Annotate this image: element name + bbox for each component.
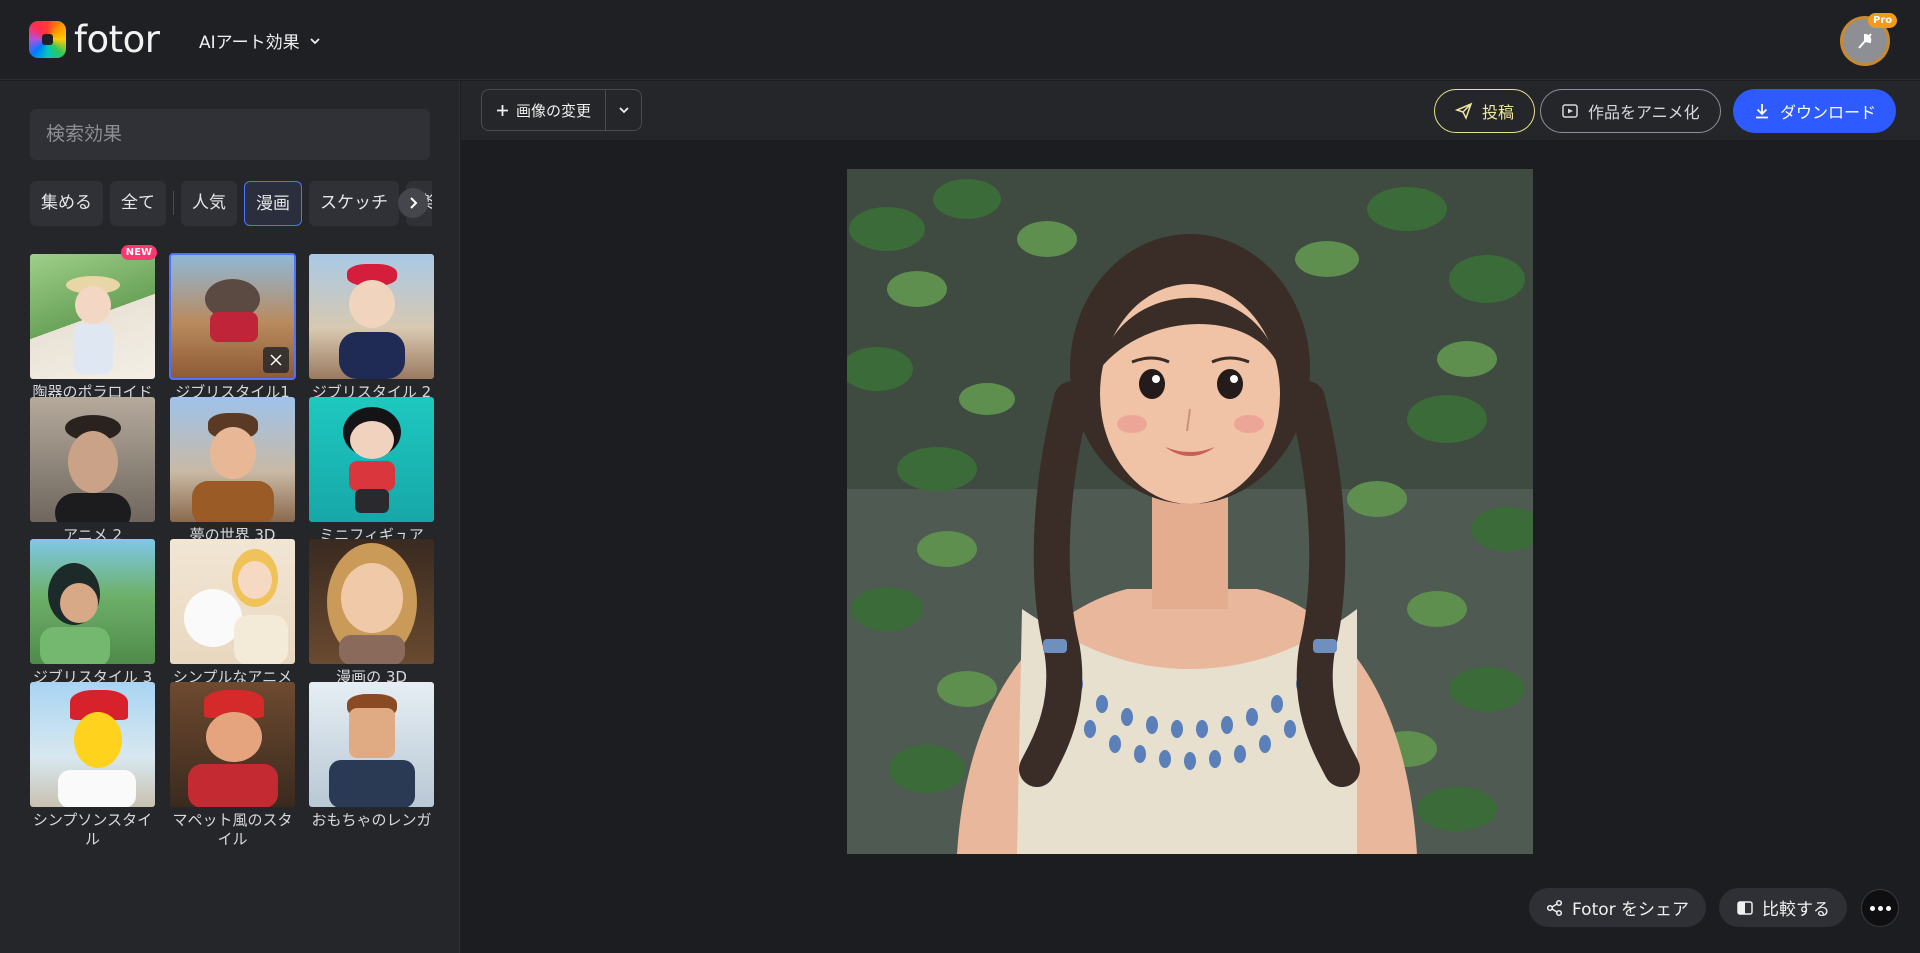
send-icon (1455, 102, 1473, 120)
effect-thumbnail (170, 539, 295, 664)
chip-collect[interactable]: 集める (30, 180, 103, 226)
editor-toolbar: 画像の変更 投稿 作品をアニメ化 ダウンロード (461, 81, 1920, 140)
compare-button[interactable]: 比較する (1719, 888, 1847, 927)
share-label: Fotor をシェア (1572, 900, 1690, 920)
effects-sidebar: 検索効果 集める 全て 人気 漫画 スケッチ 楽 NEW 陶器のポラロイド (0, 81, 460, 953)
chevron-down-icon (309, 37, 320, 44)
chip-divider (173, 191, 174, 215)
post-button[interactable]: 投稿 (1434, 89, 1536, 133)
animate-artwork-button[interactable]: 作品をアニメ化 (1540, 89, 1721, 133)
chip-all[interactable]: 全て (110, 180, 166, 226)
post-label: 投稿 (1482, 103, 1515, 122)
plus-icon (497, 104, 508, 116)
download-icon (1756, 104, 1768, 119)
chip-sketch[interactable]: スケッチ (309, 180, 399, 226)
logo-mark-icon (29, 21, 66, 58)
effect-thumbnail (309, 254, 434, 379)
download-label: ダウンロード (1780, 103, 1877, 122)
effect-tile[interactable]: ジブリスタイル1 (169, 253, 296, 402)
chevron-right-icon (410, 197, 418, 209)
share-fotor-button[interactable]: Fotor をシェア (1529, 888, 1707, 927)
change-image-button[interactable]: 画像の変更 (482, 90, 605, 130)
download-button[interactable]: ダウンロード (1733, 89, 1897, 133)
ghibli-portrait-image (847, 169, 1533, 854)
effect-thumbnail (170, 682, 295, 807)
change-image-label: 画像の変更 (516, 101, 592, 120)
dot-icon (1877, 905, 1883, 911)
dot-icon (1885, 905, 1891, 911)
change-image-group: 画像の変更 (481, 89, 643, 131)
effect-tile[interactable]: 漫画の 3D (309, 539, 434, 687)
user-avatar-icon (1858, 33, 1872, 49)
new-badge: NEW (120, 245, 157, 260)
chip-manga[interactable]: 漫画 (244, 180, 302, 226)
search-effects-input[interactable]: 検索効果 (30, 109, 430, 160)
effect-thumbnail (30, 682, 155, 807)
workspace: 画像の変更 投稿 作品をアニメ化 ダウンロード Fotor をシェア 比較する (461, 81, 1920, 953)
logo-text: fotor (74, 18, 160, 61)
effect-thumbnail (169, 253, 296, 380)
compare-label: 比較する (1762, 900, 1830, 920)
effect-thumbnail (309, 539, 434, 664)
effect-tile[interactable]: おもちゃのレンガ (309, 682, 434, 830)
effect-tile[interactable]: ジブリスタイル 3 (30, 539, 155, 687)
edit-effect-button[interactable] (263, 347, 289, 373)
generated-image (847, 169, 1533, 854)
effect-thumbnail (30, 397, 155, 522)
effect-label: マペット風のスタイル (172, 811, 293, 848)
change-image-dropdown[interactable] (606, 90, 641, 130)
effect-tile[interactable]: ミニフィギュア (309, 397, 434, 545)
effect-thumbnail (170, 397, 295, 522)
chevron-down-icon (618, 107, 629, 114)
animate-label: 作品をアニメ化 (1588, 103, 1700, 122)
effect-tile[interactable]: 夢の世界 3D (170, 397, 295, 545)
dot-icon (1869, 905, 1875, 911)
fotor-logo[interactable]: fotor (29, 21, 160, 58)
effect-tile[interactable]: シンプルなアニメーションスタイル (170, 539, 295, 706)
chips-scroll-right-button[interactable] (398, 188, 428, 218)
more-options-button[interactable] (1861, 889, 1899, 927)
category-chips: 集める 全て 人気 漫画 スケッチ 楽 (30, 180, 432, 226)
effect-thumbnail (30, 254, 155, 379)
effect-label: おもちゃのレンガ (311, 811, 432, 829)
top-bar: fotor AIアート効果 Pro (0, 0, 1920, 80)
effect-tile[interactable]: NEW 陶器のポラロイド (30, 245, 157, 402)
effect-tile[interactable]: ジブリスタイル 2 (309, 254, 434, 402)
effect-tile[interactable]: シンプソンスタイル (30, 682, 155, 849)
effect-thumbnail (30, 539, 155, 664)
chip-popular[interactable]: 人気 (181, 180, 237, 226)
compare-icon (1737, 900, 1753, 915)
effect-tile[interactable]: マペット風のスタイル (170, 682, 295, 849)
menu-label: AIアート効果 (199, 33, 300, 53)
effect-tile[interactable]: アニメ 2 (30, 397, 155, 545)
pro-badge: Pro (1868, 13, 1898, 28)
video-play-icon (1562, 104, 1578, 118)
crop-tools-icon (270, 354, 282, 366)
share-icon (1546, 899, 1563, 916)
ai-art-effects-menu[interactable]: AIアート効果 (199, 28, 322, 53)
effect-thumbnail (309, 397, 434, 522)
effect-label: シンプソンスタイル (32, 811, 153, 848)
effect-thumbnail (309, 682, 434, 807)
